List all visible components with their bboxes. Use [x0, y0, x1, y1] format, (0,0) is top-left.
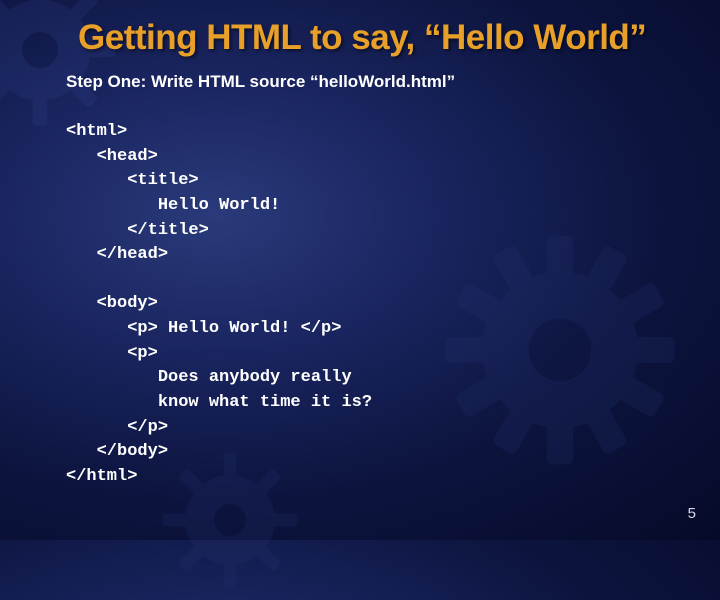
code-block: <html> <head> <title> Hello World! </tit… — [66, 120, 660, 490]
slide-title: Getting HTML to say, “Hello World” — [78, 18, 660, 58]
page-number: 5 — [688, 505, 696, 522]
slide-subtitle: Step One: Write HTML source “helloWorld.… — [66, 72, 660, 92]
